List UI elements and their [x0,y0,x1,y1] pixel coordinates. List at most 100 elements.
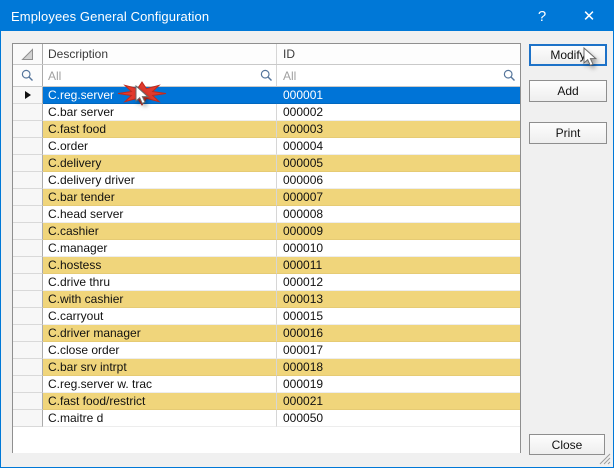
filter-placeholder: All [283,69,503,83]
row-header-cell [13,257,43,274]
row-header-cell [13,240,43,257]
table-row[interactable]: C.delivery000005 [13,155,520,172]
titlebar[interactable]: Employees General Configuration ? ✕ [1,1,613,31]
row-header-cell [13,393,43,410]
row-header-cell [13,308,43,325]
close-dialog-button[interactable]: Close [529,434,605,455]
id-cell: 000006 [276,172,520,189]
description-filter-input[interactable]: All [43,65,277,86]
window-close-button[interactable]: ✕ [568,1,610,31]
id-cell: 000017 [276,342,520,359]
id-cell: 000012 [276,274,520,291]
description-cell: C.head server [43,206,277,223]
id-cell: 000008 [276,206,520,223]
table-row[interactable]: C.bar srv intrpt000018 [13,359,520,376]
id-cell: 000013 [276,291,520,308]
description-cell: C.with cashier [43,291,277,308]
grid-empty-area [13,427,520,453]
row-header-cell [13,104,43,121]
id-cell: 000001 [276,87,520,104]
description-cell: C.bar server [43,104,277,121]
description-cell: C.order [43,138,277,155]
table-row[interactable]: C.head server000008 [13,206,520,223]
resize-grip[interactable] [598,452,611,465]
column-header-description[interactable]: Description [43,44,277,64]
table-row[interactable]: C.cashier000009 [13,223,520,240]
table-row[interactable]: C.with cashier000013 [13,291,520,308]
table-row[interactable]: C.carryout000015 [13,308,520,325]
id-cell: 000016 [276,325,520,342]
dialog-window: Employees General Configuration ? ✕ Desc… [0,0,614,468]
row-header-cell [13,274,43,291]
row-header-cell [13,206,43,223]
employees-grid: Description ID All All [12,43,521,453]
search-icon [21,69,34,82]
table-row[interactable]: C.fast food/restrict000021 [13,393,520,410]
table-row[interactable]: C.driver manager000016 [13,325,520,342]
table-row[interactable]: C.drive thru000012 [13,274,520,291]
table-row[interactable]: C.bar server000002 [13,104,520,121]
filter-placeholder: All [48,69,260,83]
current-row-indicator-icon [25,91,31,99]
id-cell: 000010 [276,240,520,257]
row-header-cell [13,172,43,189]
description-cell: C.driver manager [43,325,277,342]
description-cell: C.manager [43,240,277,257]
id-cell: 000004 [276,138,520,155]
corner-triangle-icon [21,48,34,61]
id-cell: 000021 [276,393,520,410]
description-cell: C.fast food [43,121,277,138]
description-cell: C.carryout [43,308,277,325]
table-row[interactable]: C.reg.server000001 [13,87,520,104]
table-row[interactable]: C.manager000010 [13,240,520,257]
description-cell: C.hostess [43,257,277,274]
add-button[interactable]: Add [529,80,607,102]
modify-button[interactable]: Modify [529,44,607,66]
row-header-cell [13,189,43,206]
grid-filter-row: All All [13,65,520,87]
description-cell: C.drive thru [43,274,277,291]
close-button-label: Close [552,438,583,452]
print-button-label: Print [556,126,581,140]
id-cell: 000018 [276,359,520,376]
column-header-label: ID [283,47,295,61]
description-cell: C.fast food/restrict [43,393,277,410]
grid-header-row: Description ID [13,44,520,65]
table-row[interactable]: C.close order000017 [13,342,520,359]
print-button[interactable]: Print [529,122,607,144]
row-header-cell [13,87,43,104]
help-button[interactable]: ? [521,1,563,31]
id-cell: 000015 [276,308,520,325]
column-header-id[interactable]: ID [276,44,520,64]
modify-button-label: Modify [550,48,585,62]
description-cell: C.delivery driver [43,172,277,189]
table-row[interactable]: C.order000004 [13,138,520,155]
add-button-label: Add [557,84,578,98]
table-row[interactable]: C.delivery driver000006 [13,172,520,189]
row-header-cell [13,155,43,172]
description-cell: C.bar srv intrpt [43,359,277,376]
filter-row-header-cell[interactable] [13,65,43,86]
table-row[interactable]: C.hostess000011 [13,257,520,274]
description-cell: C.reg.server w. trac [43,376,277,393]
close-icon: ✕ [583,7,596,25]
row-header-cell [13,410,43,427]
grid-corner-cell[interactable] [13,44,43,64]
id-cell: 000003 [276,121,520,138]
table-row[interactable]: C.bar tender000007 [13,189,520,206]
help-icon: ? [538,8,546,25]
id-cell: 000011 [276,257,520,274]
search-icon [260,69,273,82]
row-header-cell [13,291,43,308]
window-title: Employees General Configuration [1,9,209,24]
table-row[interactable]: C.maitre d000050 [13,410,520,427]
table-row[interactable]: C.reg.server w. trac000019 [13,376,520,393]
id-cell: 000002 [276,104,520,121]
table-row[interactable]: C.fast food000003 [13,121,520,138]
row-header-cell [13,342,43,359]
id-cell: 000050 [276,410,520,427]
id-cell: 000019 [276,376,520,393]
row-header-cell [13,138,43,155]
id-filter-input[interactable]: All [276,65,520,86]
description-cell: C.cashier [43,223,277,240]
